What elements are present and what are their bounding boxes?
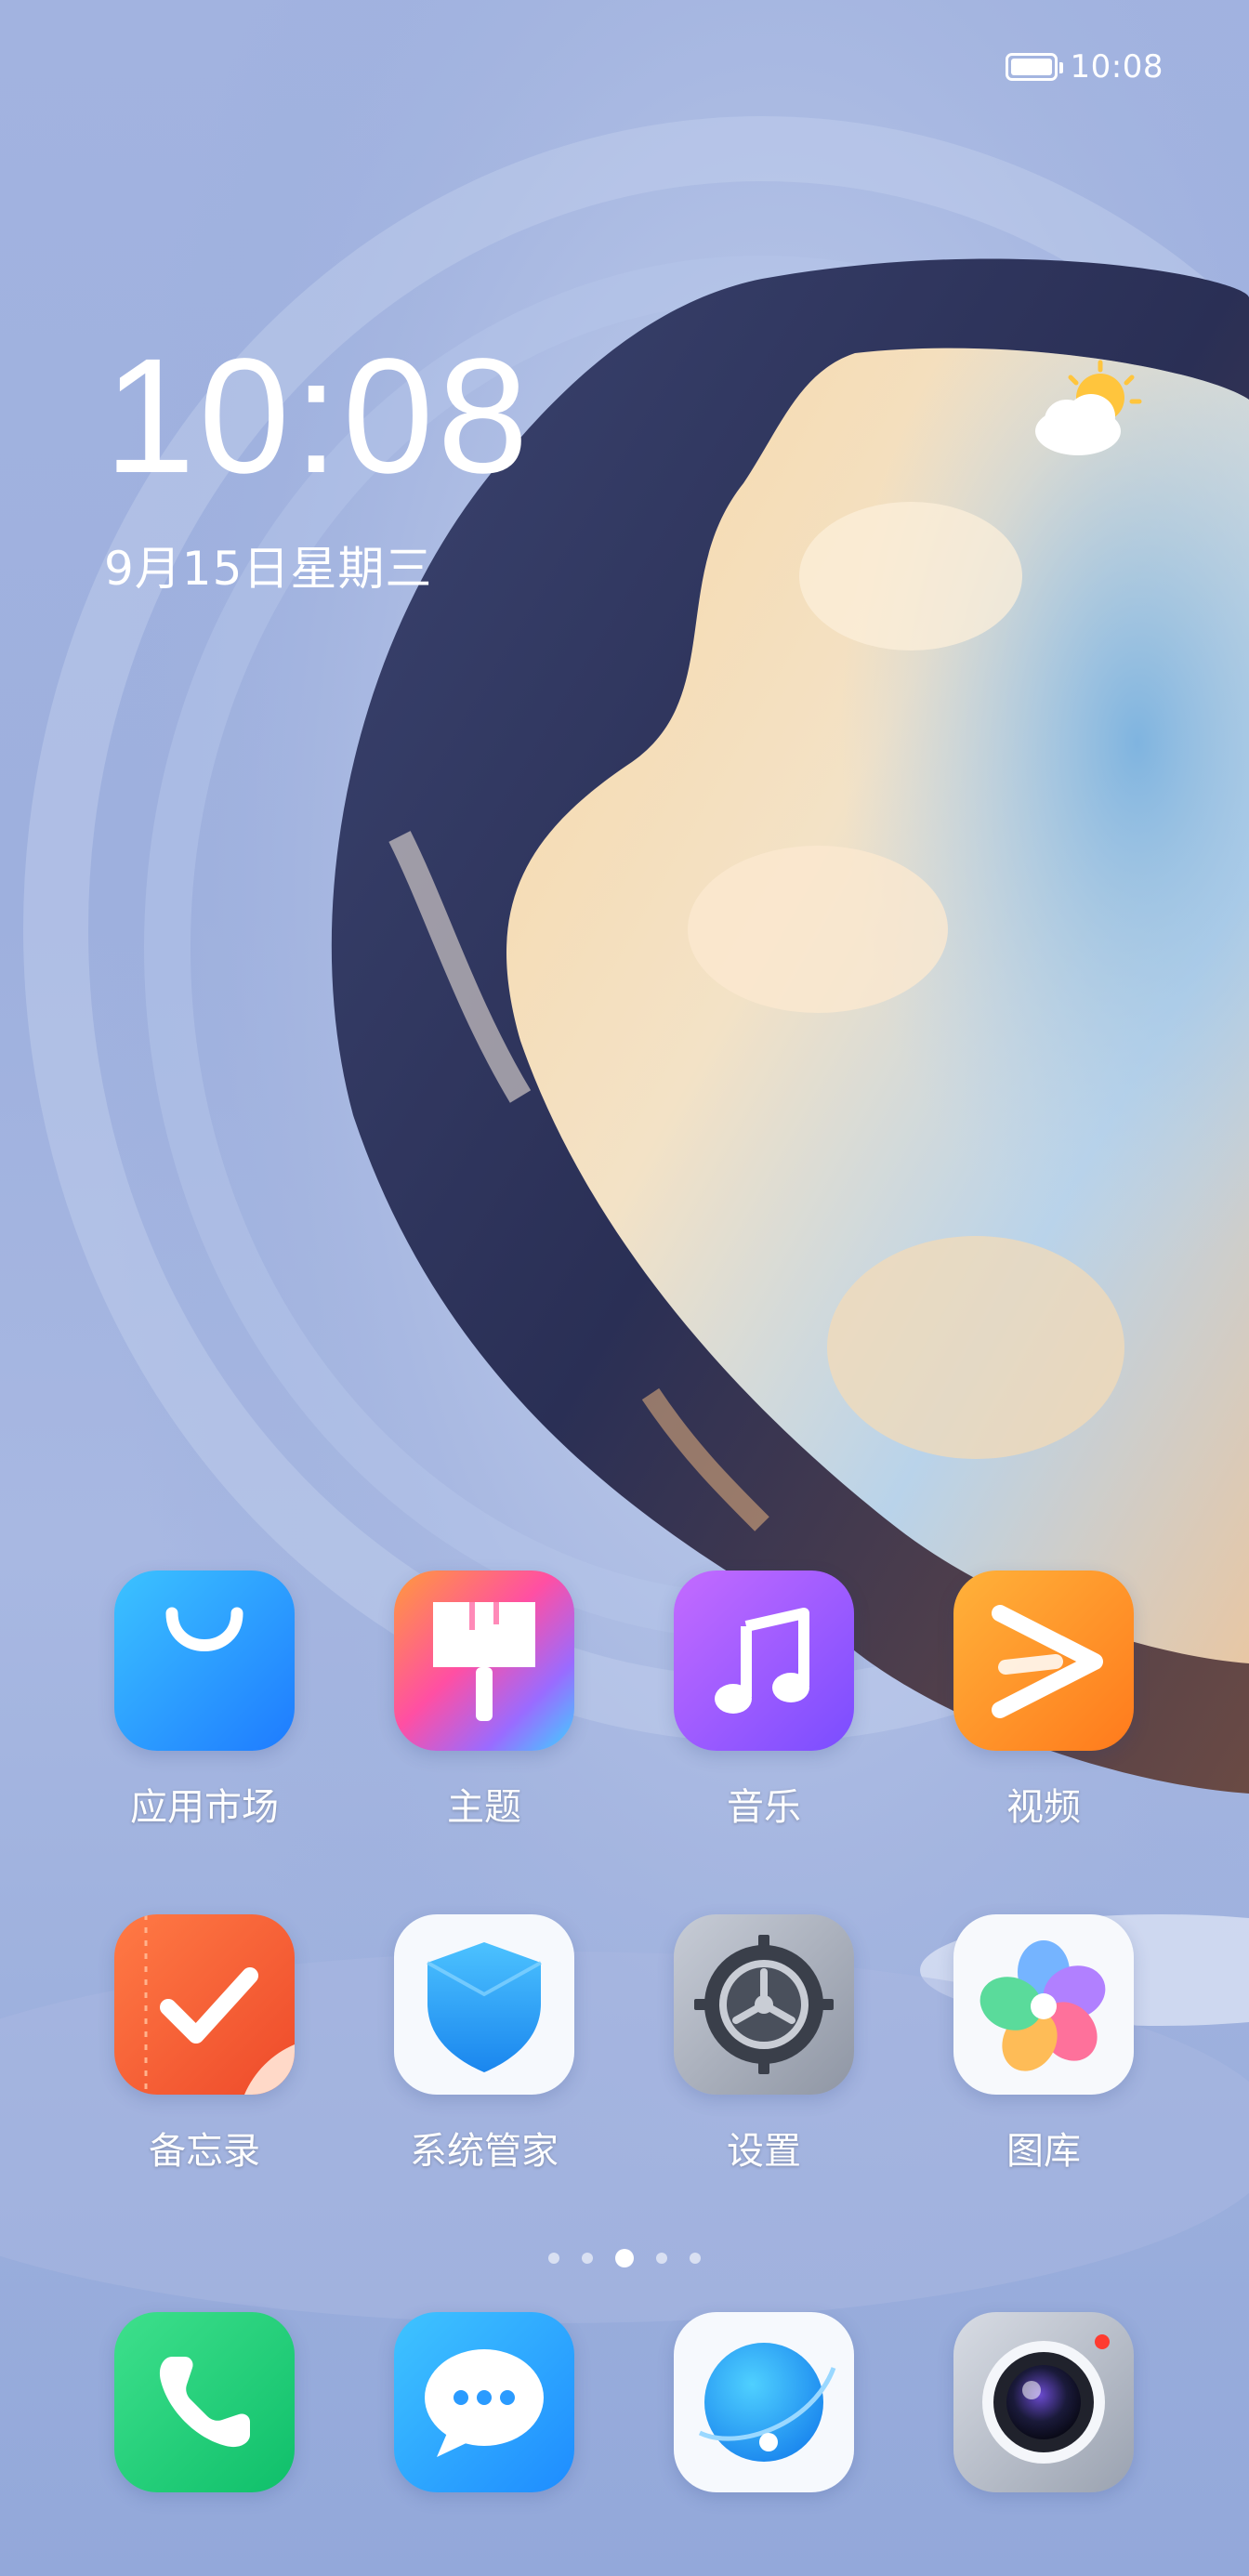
clock-widget[interactable]: 10:08 9月15日星期三: [104, 335, 532, 598]
page-dot[interactable]: [582, 2253, 593, 2264]
clock-time: 10:08: [104, 325, 532, 507]
video-play-icon[interactable]: [953, 1571, 1134, 1751]
clock-date: 9月15日星期三: [104, 542, 433, 596]
camera-icon[interactable]: [953, 2312, 1134, 2492]
status-bar: 10:08: [1005, 48, 1164, 85]
gallery-flower-icon[interactable]: [953, 1914, 1134, 2095]
page-dot[interactable]: [656, 2253, 667, 2264]
gallery-shortcut[interactable]: 图库: [932, 1914, 1155, 2175]
notes-shortcut[interactable]: 备忘录: [93, 1914, 316, 2175]
notepad-check-icon[interactable]: [114, 1914, 295, 2095]
app-label: 音乐: [727, 1786, 801, 1829]
page-dot[interactable]: [548, 2253, 559, 2264]
phone-manager-shortcut[interactable]: 系统管家: [373, 1914, 596, 2175]
shield-icon[interactable]: [394, 1914, 574, 2095]
music-shortcut[interactable]: 音乐: [652, 1571, 875, 1831]
gear-icon[interactable]: [674, 1914, 854, 2095]
app-label: 设置: [727, 2130, 801, 2173]
app-market-icon[interactable]: [114, 1571, 295, 1751]
settings-shortcut[interactable]: 设置: [652, 1914, 875, 2175]
status-time: 10:08: [1070, 48, 1164, 85]
dock-phone[interactable]: [93, 2312, 316, 2492]
dock-browser[interactable]: [652, 2312, 875, 2492]
video-shortcut[interactable]: 视频: [932, 1571, 1155, 1831]
app-market-shortcut[interactable]: 应用市场: [93, 1571, 316, 1831]
app-label: 备忘录: [149, 2130, 260, 2173]
music-note-icon[interactable]: [674, 1571, 854, 1751]
messages-icon[interactable]: [394, 2312, 574, 2492]
page-dot-active[interactable]: [615, 2249, 634, 2267]
app-label: 系统管家: [410, 2130, 559, 2173]
dock-camera[interactable]: [932, 2312, 1155, 2492]
battery-icon: [1005, 53, 1063, 81]
app-label: 主题: [447, 1786, 521, 1829]
page-indicator[interactable]: [0, 2249, 1249, 2267]
page-dot[interactable]: [690, 2253, 701, 2264]
themes-brush-icon[interactable]: [394, 1571, 574, 1751]
themes-shortcut[interactable]: 主题: [373, 1571, 596, 1831]
app-label: 视频: [1006, 1786, 1081, 1829]
phone-icon[interactable]: [114, 2312, 295, 2492]
app-label: 图库: [1006, 2130, 1081, 2173]
browser-icon[interactable]: [674, 2312, 854, 2492]
home-screen: 10:08 10:08 9月15日星期三 应用市场 主题 音乐 视频 备忘录 系…: [0, 0, 1249, 2576]
dock-messages[interactable]: [373, 2312, 596, 2492]
app-label: 应用市场: [130, 1786, 279, 1829]
partly-cloudy-icon[interactable]: [1030, 359, 1150, 461]
